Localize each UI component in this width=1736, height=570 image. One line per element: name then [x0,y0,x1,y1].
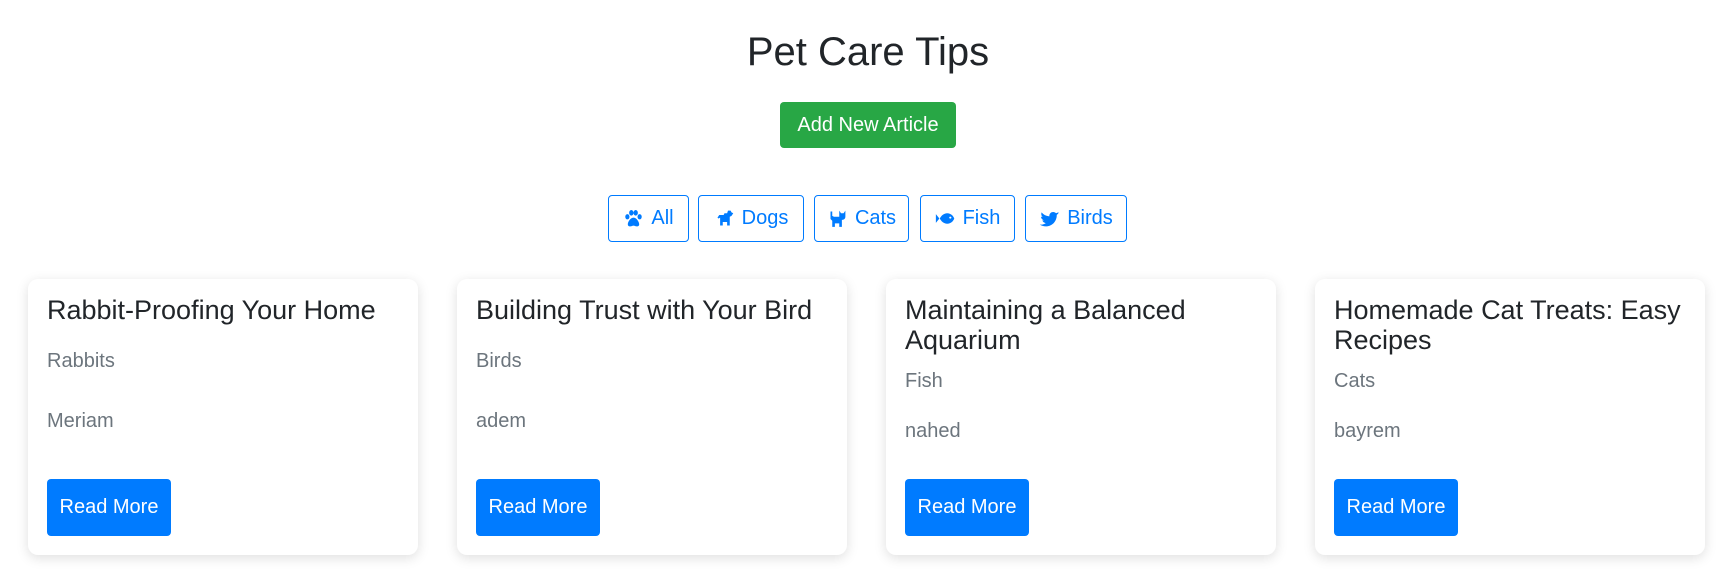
article-category: Birds [476,350,522,372]
read-more-button[interactable]: Read More [1334,479,1458,536]
article-title: Homemade Cat Treats: Easy Recipes [1334,295,1681,355]
cat-icon [827,208,848,229]
filter-dogs-button[interactable]: Dogs [698,195,804,242]
article-title: Maintaining a Balanced Aquarium [905,295,1186,355]
filter-label: Dogs [741,207,789,229]
article-category: Rabbits [47,350,115,372]
article-card: Maintaining a Balanced Aquarium Fish nah… [886,279,1276,555]
article-author: nahed [905,420,961,442]
dog-icon [714,208,735,229]
category-filter-bar: All Dogs Cats Fish Birds [0,195,1736,242]
article-card: Homemade Cat Treats: Easy Recipes Cats b… [1315,279,1705,555]
add-new-article-button[interactable]: Add New Article [780,102,956,148]
read-more-button[interactable]: Read More [476,479,600,536]
article-card: Rabbit-Proofing Your Home Rabbits Meriam… [28,279,418,555]
filter-cats-button[interactable]: Cats [814,195,909,242]
filter-fish-button[interactable]: Fish [920,195,1015,242]
article-author: Meriam [47,410,114,432]
article-author: bayrem [1334,420,1401,442]
filter-label: Cats [854,207,897,229]
article-category: Cats [1334,370,1376,392]
paw-icon [623,208,644,229]
filter-all-button[interactable]: All [608,195,689,242]
fish-icon [935,208,956,229]
article-category: Fish [905,370,943,392]
filter-label: All [651,207,674,229]
page: Pet Care Tips Add New Article All Dogs C… [0,0,1736,570]
read-more-button[interactable]: Read More [47,479,171,536]
filter-label: Birds [1067,207,1113,229]
page-title: Pet Care Tips [746,30,990,74]
article-title: Rabbit-Proofing Your Home [47,295,376,325]
article-card: Building Trust with Your Bird Birds adem… [457,279,847,555]
article-title: Building Trust with Your Bird [476,295,813,325]
bird-icon [1039,208,1060,229]
read-more-button[interactable]: Read More [905,479,1029,536]
filter-label: Fish [962,207,1001,229]
article-author: adem [476,410,527,432]
filter-birds-button[interactable]: Birds [1025,195,1127,242]
